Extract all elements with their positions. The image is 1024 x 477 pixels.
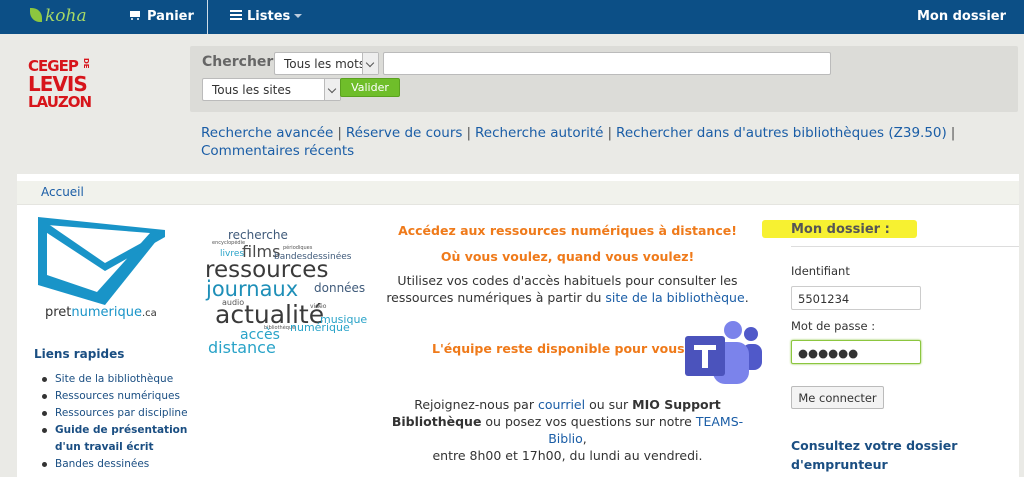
cloud-word: vidéo bbox=[310, 303, 327, 310]
quick-links-title: Liens rapides bbox=[34, 347, 125, 361]
koha-logo-text: koha bbox=[45, 6, 87, 26]
quick-links-list: Site de la bibliothèque Ressources numér… bbox=[42, 371, 188, 473]
lists-menu[interactable]: Listes bbox=[230, 9, 303, 24]
lists-label: Listes bbox=[247, 9, 291, 24]
contact-text: Rejoignez-nous par courriel ou sur MIO S… bbox=[385, 396, 750, 464]
pret-text-part1: pret bbox=[45, 305, 72, 320]
quick-link-item[interactable]: Bandes dessinées bbox=[42, 456, 188, 473]
intro-end: . bbox=[744, 290, 749, 305]
team-available-text: L'équipe reste disponible pour vous bbox=[432, 341, 685, 356]
cart-label: Panier bbox=[147, 9, 194, 24]
search-label: Chercher bbox=[202, 54, 274, 70]
search-scope-select[interactable]: Tous les mots bbox=[274, 52, 379, 75]
cloud-word: distance bbox=[208, 338, 276, 357]
borrower-account-link[interactable]: Consultez votre dossier d'emprunteur bbox=[791, 436, 991, 474]
top-navbar: koha Panier Listes Mon dossier bbox=[0, 0, 1024, 34]
cart-button[interactable]: Panier bbox=[128, 9, 194, 24]
search-submit-button[interactable]: Valider bbox=[340, 78, 400, 97]
contact-part1: Rejoignez-nous par bbox=[414, 397, 538, 412]
cloud-word: encyclopédie bbox=[212, 240, 246, 246]
email-link[interactable]: courriel bbox=[538, 397, 585, 412]
login-divider bbox=[791, 246, 1019, 247]
login-button[interactable]: Me connecter bbox=[791, 386, 884, 409]
cloud-word: périodiques bbox=[283, 245, 313, 251]
logo-line2: LEVIS bbox=[28, 72, 88, 96]
search-panel: Chercher Tous les mots Tous les sites Va… bbox=[190, 46, 1018, 112]
breadcrumb: Accueil bbox=[17, 181, 1019, 205]
password-label: Mot de passe : bbox=[791, 319, 876, 333]
library-site-link[interactable]: site de la bibliothèque bbox=[605, 290, 744, 305]
scope-select-value: Tous les mots bbox=[284, 57, 366, 71]
breadcrumb-home[interactable]: Accueil bbox=[41, 185, 84, 199]
cloud-word: données bbox=[314, 281, 366, 295]
chevron-down-icon bbox=[362, 53, 378, 74]
quick-link-item[interactable]: Ressources numériques bbox=[42, 388, 188, 405]
search-input[interactable] bbox=[383, 52, 831, 75]
cloud-word: numérique bbox=[290, 321, 350, 334]
z3950-search-link[interactable]: Rechercher dans d'autres bibliothèques (… bbox=[616, 125, 947, 141]
leaf-icon bbox=[30, 8, 42, 22]
nav-divider bbox=[207, 0, 208, 34]
quick-link-item[interactable]: Ressources par discipline bbox=[42, 405, 188, 422]
cloud-word: journaux bbox=[206, 277, 299, 301]
pret-text-part2: numerique bbox=[71, 305, 142, 320]
quick-link-item[interactable]: Guide de présentation d'un travail écrit bbox=[42, 422, 188, 456]
caret-down-icon bbox=[294, 14, 303, 18]
cegep-logo[interactable]: CEGEP DE LEVIS LAUZON bbox=[28, 58, 108, 128]
library-select-value: Tous les sites bbox=[212, 83, 292, 97]
logo-de: DE bbox=[81, 58, 90, 69]
my-account-link[interactable]: Mon dossier bbox=[917, 9, 1006, 24]
authority-search-link[interactable]: Recherche autorité bbox=[475, 125, 603, 141]
recent-comments-link[interactable]: Commentaires récents bbox=[201, 143, 354, 159]
headline-anywhere: Où vous voulez, quand vous voulez! bbox=[440, 249, 695, 264]
word-cloud: recherche encyclopédie films périodiques… bbox=[200, 222, 380, 362]
userid-field[interactable]: 5501234 bbox=[791, 286, 921, 310]
header: CEGEP DE LEVIS LAUZON Chercher Tous les m… bbox=[0, 34, 1024, 174]
cart-icon bbox=[128, 10, 142, 20]
advanced-search-link[interactable]: Recherche avancée bbox=[201, 125, 333, 141]
course-reserves-link[interactable]: Réserve de cours bbox=[346, 125, 463, 141]
login-title: Mon dossier : bbox=[791, 222, 890, 237]
headline-remote-access: Accédez aux ressources numériques à dist… bbox=[398, 223, 737, 238]
pret-text-part3: .ca bbox=[142, 308, 157, 319]
pretnumerique-text: pretnumerique.ca bbox=[45, 305, 157, 320]
quick-link-item[interactable]: Site de la bibliothèque bbox=[42, 371, 188, 388]
contact-part3: ou posez vos questions sur notre bbox=[481, 414, 696, 429]
password-field[interactable]: ●●●●●● bbox=[791, 340, 921, 364]
logo-line3: LAUZON bbox=[28, 93, 92, 111]
contact-part2: ou sur bbox=[585, 397, 633, 412]
contact-hours: entre 8h00 et 17h00, du lundi au vendred… bbox=[432, 448, 703, 463]
userid-label: Identifiant bbox=[791, 264, 850, 278]
intro-text: Utilisez vos codes d'accès habituels pou… bbox=[385, 272, 750, 306]
contact-part4: , bbox=[582, 431, 587, 446]
list-icon bbox=[230, 10, 242, 20]
search-links: Recherche avancée | Réserve de cours | Reche… bbox=[201, 125, 956, 159]
teams-icon[interactable] bbox=[683, 320, 763, 386]
chevron-down-icon bbox=[324, 79, 340, 100]
koha-logo[interactable]: koha bbox=[30, 6, 87, 26]
library-select[interactable]: Tous les sites bbox=[202, 78, 341, 101]
